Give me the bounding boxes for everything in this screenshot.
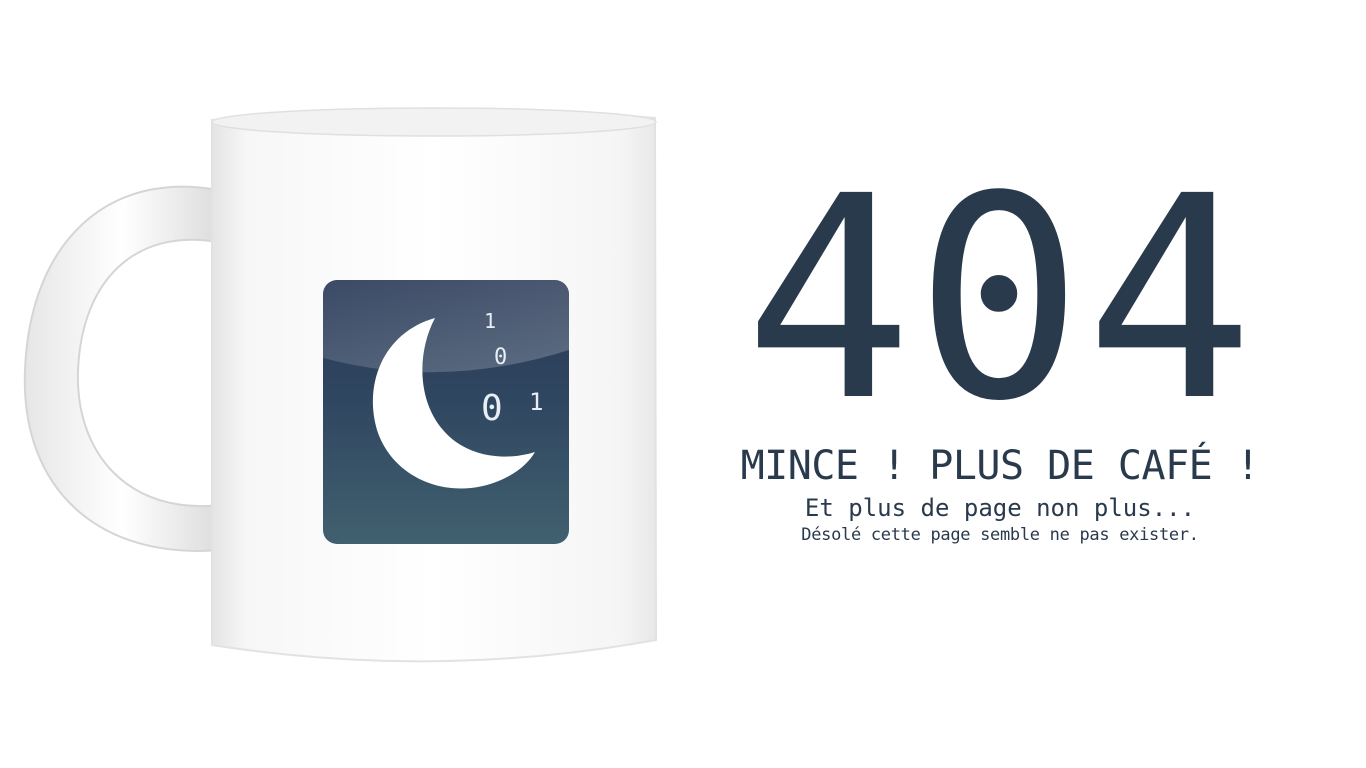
binary-digit: 0	[494, 345, 507, 370]
moon-logo: 1 0 0 1	[323, 280, 569, 544]
error-code: 404	[744, 137, 1256, 463]
binary-digit: 1	[484, 309, 496, 333]
mug-rim	[211, 107, 657, 137]
error-subline: Et plus de page non plus...	[804, 494, 1196, 522]
coffee-mug-illustration: 1 0 0 1	[23, 107, 658, 663]
mug-handle	[23, 185, 221, 552]
error-note: Désolé cette page semble ne pas exister.	[801, 525, 1199, 545]
error-message: 404 MINCE ! PLUS DE CAFÉ ! Et plus de pa…	[690, 160, 1310, 546]
binary-digit: 1	[529, 388, 543, 416]
binary-digit: 0	[481, 388, 503, 429]
error-headline: MINCE ! PLUS DE CAFÉ !	[740, 443, 1260, 489]
